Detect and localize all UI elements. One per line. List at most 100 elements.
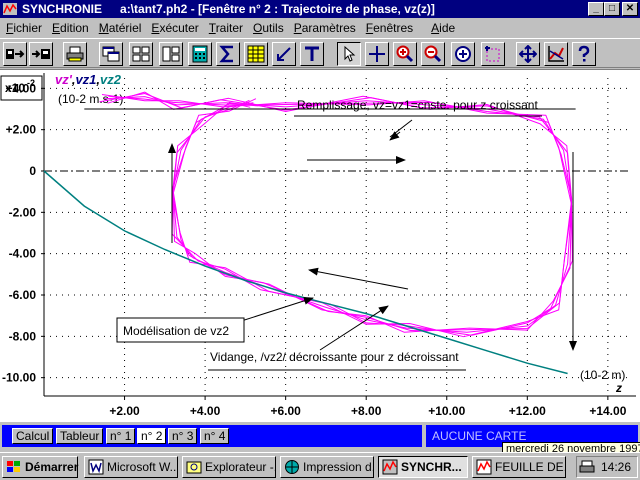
add-point-button[interactable] [451, 42, 475, 66]
document-title: a:\tant7.ph2 - [Fenêtre n° 2 : Trajectoi… [120, 2, 435, 16]
start-label: Démarrer [25, 460, 79, 474]
open-file-icon [6, 49, 25, 59]
menu-executer[interactable]: Exécuter [151, 21, 198, 35]
spreadsheet-task-icon [476, 459, 492, 475]
diagonal-arrow-icon [277, 47, 291, 61]
menu-materiel[interactable]: Matériel [99, 21, 142, 35]
tab-n4[interactable]: n° 4 [200, 428, 230, 444]
tab-n2[interactable]: n° 2 [137, 428, 167, 444]
menu-outils[interactable]: Outils [253, 21, 284, 35]
text-tool-button[interactable] [300, 42, 324, 66]
task-print-label: Impression d... [303, 460, 374, 474]
save-file-icon [32, 49, 50, 59]
help-button[interactable] [572, 42, 596, 66]
task-synchronie[interactable]: SYNCHR... [378, 456, 468, 478]
close-button[interactable]: ✕ [622, 2, 638, 16]
minimize-button[interactable]: _ [588, 2, 604, 16]
arrange-windows-icon [162, 46, 180, 62]
task-feuille-label: FEUILLE DE... [495, 460, 566, 474]
y-tick-label: -2.00 [9, 205, 37, 219]
arrow-fill-pointer-line [389, 119, 413, 138]
tile-windows-button[interactable] [129, 42, 153, 66]
y-axis-title: vz',vz1,vz2 [55, 72, 122, 87]
start-button[interactable]: Démarrer [2, 456, 78, 478]
pointer-tool-button[interactable] [337, 42, 361, 66]
zoom-out-button[interactable] [421, 42, 445, 66]
explorer-icon [186, 461, 202, 474]
globe-icon [285, 460, 299, 474]
tab-calcul[interactable]: Calcul [12, 428, 54, 444]
menu-fenetres[interactable]: Fenêtres [366, 21, 413, 35]
spreadsheet-button[interactable] [244, 42, 268, 66]
menu-traiter[interactable]: Traiter [209, 21, 243, 35]
print-button[interactable] [63, 42, 87, 66]
x-tick-label: +6.00 [270, 404, 301, 418]
menu-aide[interactable]: Aide [431, 21, 455, 35]
phase-trajectory-chart[interactable]: x10 -2 vz',vz1,vz2 (10-2 m.s-1) +4.00+2.… [0, 70, 640, 423]
y-title-vz1: vz1 [75, 72, 96, 87]
crosshair-tool-button[interactable] [365, 42, 389, 66]
x-axis-units: (10-2 m) [580, 368, 625, 382]
task-print[interactable]: Impression d... [280, 456, 374, 478]
select-region-button[interactable] [481, 42, 505, 66]
open-file-button[interactable] [3, 42, 27, 66]
y-tick-label: -4.00 [9, 247, 37, 261]
maximize-button[interactable]: □ [604, 2, 620, 16]
y-tick-label: -6.00 [9, 288, 37, 302]
draw-line-button[interactable] [272, 42, 296, 66]
arrow-drain-pointer [319, 305, 389, 351]
series-vzp-line [108, 95, 573, 331]
sigma-icon [219, 45, 233, 63]
tab-tableur[interactable]: Tableur [56, 428, 104, 444]
graph-settings-button[interactable] [544, 42, 568, 66]
tab-n3[interactable]: n° 3 [168, 428, 198, 444]
printer-tray-icon[interactable] [579, 460, 595, 474]
task-explorer[interactable]: Explorateur -... [182, 456, 276, 478]
plot-window: x10 -2 vz',vz1,vz2 (10-2 m.s-1) +4.00 +2.… [0, 69, 640, 422]
y-tick-label: -10.00 [2, 371, 36, 385]
x-tick-label: +2.00 [109, 404, 140, 418]
cascade-windows-button[interactable] [99, 42, 123, 66]
clock[interactable]: 14:26 [601, 460, 631, 474]
x-tick-label: +12.00 [509, 404, 546, 418]
tabs-area: Calcul Tableur n° 1 n° 2 n° 3 n° 4 [2, 425, 422, 447]
text-t-icon [305, 46, 319, 61]
app-icon[interactable] [2, 2, 18, 16]
system-tray: 14:26 [576, 456, 638, 478]
x-tick-label: +14.00 [589, 404, 626, 418]
zoom-in-button[interactable] [393, 42, 417, 66]
move-axes-button[interactable] [516, 42, 540, 66]
question-mark-icon [578, 45, 590, 62]
sum-button[interactable] [216, 42, 240, 66]
fill-annotation: Remplissage, vz=vz1=cnste. pour z croiss… [297, 98, 538, 112]
x-axis-letter: z [615, 381, 622, 395]
spreadsheet-icon [247, 45, 265, 63]
drain-annotation: Vidange, /vz2/ décroissante pour z décro… [210, 350, 459, 364]
synchronie-icon [382, 459, 398, 475]
taskbar: Démarrer Microsoft W... Explorateur -...… [0, 452, 640, 480]
task-word[interactable]: Microsoft W... [84, 456, 178, 478]
crosshair-icon [369, 46, 385, 62]
y-tick-label: +4.00 [6, 81, 37, 95]
y-tick-labels: +4.00 +2.00 0 -2.00 -4.00 -6.00 -8.00 -10.00 [2, 81, 36, 384]
menu-parametres[interactable]: Paramètres [294, 21, 356, 35]
y-tick-label: +2.00 [6, 123, 37, 137]
printer-icon [66, 46, 84, 62]
save-file-button[interactable] [29, 42, 53, 66]
calculator-button[interactable] [188, 42, 212, 66]
toolbar [0, 38, 640, 68]
tab-n1[interactable]: n° 1 [106, 428, 136, 444]
four-way-arrow-icon [519, 45, 537, 63]
task-feuille[interactable]: FEUILLE DE... [472, 456, 566, 478]
arrange-windows-button[interactable] [159, 42, 183, 66]
zoom-in-icon [396, 45, 414, 63]
menu-fichier[interactable]: Fichier [6, 21, 42, 35]
x-tick-label: +10.00 [428, 404, 465, 418]
x-tick-label: +4.00 [190, 404, 221, 418]
title-bar: SYNCHRONIE a:\tant7.ph2 - [Fenêtre n° 2 … [0, 0, 640, 18]
x-tick-label: +8.00 [351, 404, 382, 418]
cascade-windows-icon [102, 46, 120, 62]
tile-windows-icon [132, 46, 150, 62]
menu-edition[interactable]: Edition [52, 21, 89, 35]
calculator-icon [192, 45, 208, 63]
